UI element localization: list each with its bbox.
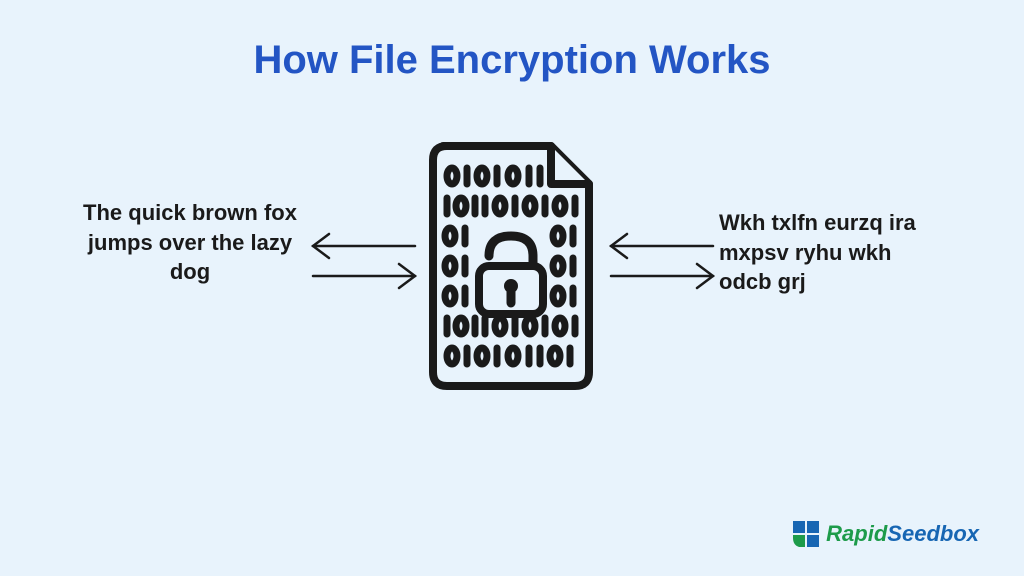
diagram-title: How File Encryption Works (0, 0, 1024, 83)
plaintext-label: The quick brown fox jumps over the lazy … (70, 198, 310, 287)
logo-mark-icon (792, 520, 820, 548)
logo-text: RapidSeedbox (826, 521, 979, 547)
encrypted-file-icon (417, 138, 607, 398)
encryption-diagram: The quick brown fox jumps over the lazy … (0, 113, 1024, 513)
logo-text-rapid: Rapid (826, 521, 887, 546)
bidirectional-arrows-left (303, 228, 423, 303)
brand-logo: RapidSeedbox (792, 520, 979, 548)
logo-text-seedbox: Seedbox (887, 521, 979, 546)
ciphertext-label: Wkh txlfn eurzq ira mxpsv ryhu wkh odcb … (719, 208, 944, 297)
bidirectional-arrows-right (601, 228, 721, 303)
